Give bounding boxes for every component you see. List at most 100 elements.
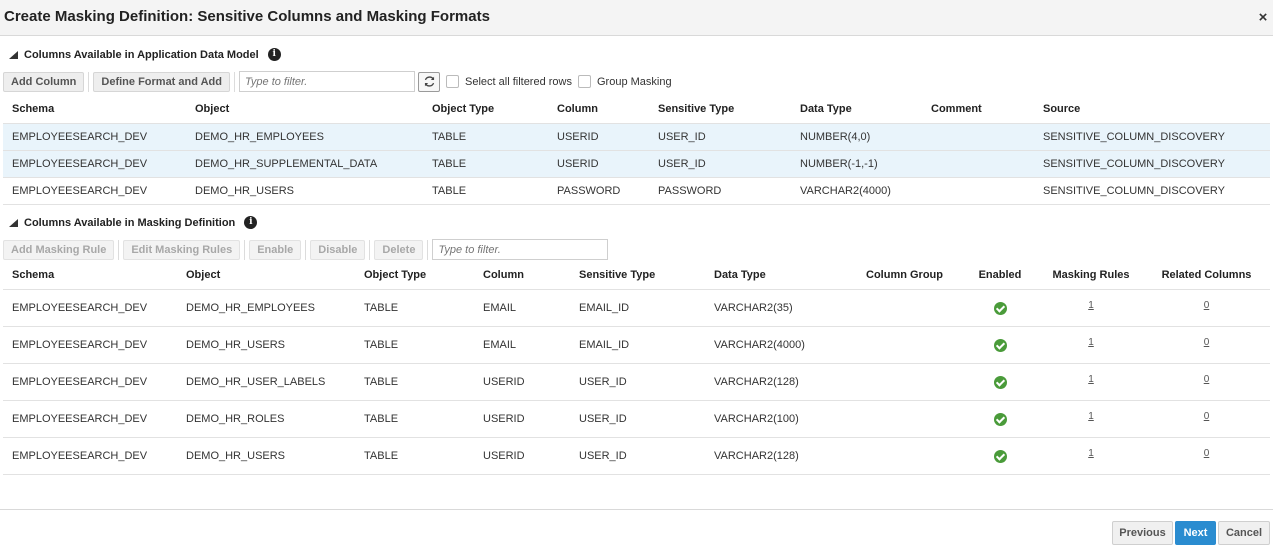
column-header[interactable]: Masking Rules bbox=[1039, 262, 1143, 290]
masking-rules-link[interactable]: 1 bbox=[1088, 411, 1094, 422]
cell-data-type: VARCHAR2(128) bbox=[705, 363, 857, 401]
related-columns-link[interactable]: 0 bbox=[1204, 448, 1210, 459]
masking-rules-link[interactable]: 1 bbox=[1088, 448, 1094, 459]
cell-object: DEMO_HR_USERS bbox=[177, 326, 355, 364]
column-header[interactable]: Schema bbox=[3, 262, 177, 290]
column-header[interactable]: Object bbox=[177, 262, 355, 290]
column-header[interactable]: Data Type bbox=[791, 96, 922, 124]
masking-rules-link[interactable]: 1 bbox=[1088, 337, 1094, 348]
cell-masking-rules: 1 bbox=[1039, 363, 1143, 401]
table-row[interactable]: EMPLOYEESEARCH_DEV DEMO_HR_SUPPLEMENTAL_D… bbox=[3, 150, 1270, 178]
masking-rules-link[interactable]: 1 bbox=[1088, 374, 1094, 385]
edit-masking-rules-button[interactable]: Edit Masking Rules bbox=[123, 239, 241, 260]
group-masking-checkbox[interactable] bbox=[578, 75, 591, 88]
cell-column: PASSWORD bbox=[548, 177, 649, 205]
table-header-row: Schema Object Object Type Column Sensiti… bbox=[3, 262, 1270, 290]
cell-schema: EMPLOYEESEARCH_DEV bbox=[3, 150, 186, 178]
cell-object-type: TABLE bbox=[355, 400, 474, 438]
table-row[interactable]: EMPLOYEESEARCH_DEV DEMO_HR_EMPLOYEES TABLE… bbox=[3, 123, 1270, 151]
cell-schema: EMPLOYEESEARCH_DEV bbox=[3, 400, 177, 438]
column-header[interactable]: Sensitive Type bbox=[570, 262, 705, 290]
disable-button[interactable]: Disable bbox=[310, 239, 366, 260]
related-columns-link[interactable]: 0 bbox=[1204, 300, 1210, 311]
column-header[interactable]: Object Type bbox=[355, 262, 474, 290]
cell-related-columns: 0 bbox=[1143, 289, 1270, 327]
column-header[interactable]: Object bbox=[186, 96, 423, 124]
section-title: Columns Available in Masking Definition bbox=[24, 216, 236, 229]
column-header[interactable]: Sensitive Type bbox=[649, 96, 791, 124]
collapse-triangle-icon[interactable] bbox=[9, 50, 18, 59]
delete-button[interactable]: Delete bbox=[374, 239, 424, 260]
related-columns-link[interactable]: 0 bbox=[1204, 337, 1210, 348]
column-header[interactable]: Column bbox=[474, 262, 570, 290]
cell-object-type: TABLE bbox=[423, 177, 548, 205]
cell-schema: EMPLOYEESEARCH_DEV bbox=[3, 123, 186, 151]
toolbar-divider bbox=[369, 239, 371, 260]
masking-rules-link[interactable]: 1 bbox=[1088, 300, 1094, 311]
previous-button[interactable]: Previous bbox=[1112, 521, 1173, 545]
info-icon[interactable]: i bbox=[267, 48, 281, 61]
related-columns-link[interactable]: 0 bbox=[1204, 374, 1210, 385]
cell-schema: EMPLOYEESEARCH_DEV bbox=[3, 363, 177, 401]
table-row[interactable]: EMPLOYEESEARCH_DEV DEMO_HR_USER_LABELS TAB… bbox=[3, 363, 1270, 401]
cell-object: DEMO_HR_USER_LABELS bbox=[177, 363, 355, 401]
cell-schema: EMPLOYEESEARCH_DEV bbox=[3, 326, 177, 364]
section-header-application-data-model[interactable]: Columns Available in Application Data Mo… bbox=[9, 48, 281, 61]
cell-data-type: VARCHAR2(35) bbox=[705, 289, 857, 327]
column-header[interactable]: Data Type bbox=[705, 262, 857, 290]
cancel-button[interactable]: Cancel bbox=[1218, 521, 1270, 545]
define-format-and-add-button[interactable]: Define Format and Add bbox=[93, 71, 230, 92]
cell-comment bbox=[922, 150, 1034, 178]
cell-source: SENSITIVE_COLUMN_DISCOVERY bbox=[1034, 123, 1270, 151]
cell-object-type: TABLE bbox=[355, 289, 474, 327]
cell-related-columns: 0 bbox=[1143, 400, 1270, 438]
cell-object-type: TABLE bbox=[355, 363, 474, 401]
table-row[interactable]: EMPLOYEESEARCH_DEV DEMO_HR_ROLES TABLE USER… bbox=[3, 400, 1270, 438]
cell-masking-rules: 1 bbox=[1039, 437, 1143, 475]
collapse-triangle-icon[interactable] bbox=[9, 218, 18, 227]
cell-sensitive-type: EMAIL_ID bbox=[570, 289, 705, 327]
cell-object: DEMO_HR_EMPLOYEES bbox=[177, 289, 355, 327]
toolbar-masking-definition: Add Masking Rule Edit Masking Rules Enab… bbox=[3, 239, 609, 260]
group-masking[interactable]: Group Masking bbox=[578, 75, 678, 88]
column-header[interactable]: Object Type bbox=[423, 96, 548, 124]
masking-definition-table: Schema Object Object Type Column Sensiti… bbox=[3, 262, 1270, 475]
dialog-title: Create Masking Definition: Sensitive Col… bbox=[4, 8, 490, 25]
toolbar-divider bbox=[88, 71, 90, 92]
cell-enabled bbox=[961, 400, 1039, 438]
filter-input[interactable] bbox=[432, 239, 609, 260]
cell-related-columns: 0 bbox=[1143, 326, 1270, 364]
column-header[interactable]: Source bbox=[1034, 96, 1270, 124]
filter-input[interactable] bbox=[239, 71, 415, 92]
column-header[interactable]: Enabled bbox=[961, 262, 1039, 290]
column-header[interactable]: Column Group bbox=[857, 262, 961, 290]
select-all-filtered-rows[interactable]: Select all filtered rows bbox=[446, 75, 578, 88]
cell-column-group bbox=[857, 326, 961, 364]
cell-enabled bbox=[961, 289, 1039, 327]
column-header[interactable]: Comment bbox=[922, 96, 1034, 124]
table-row[interactable]: EMPLOYEESEARCH_DEV DEMO_HR_USERS TABLE EMAI… bbox=[3, 326, 1270, 364]
select-all-label: Select all filtered rows bbox=[465, 75, 572, 88]
cell-object: DEMO_HR_USERS bbox=[177, 437, 355, 475]
add-column-button[interactable]: Add Column bbox=[3, 71, 85, 92]
add-masking-rule-button[interactable]: Add Masking Rule bbox=[3, 239, 115, 260]
column-header[interactable]: Related Columns bbox=[1143, 262, 1270, 290]
related-columns-link[interactable]: 0 bbox=[1204, 411, 1210, 422]
select-all-checkbox[interactable] bbox=[446, 75, 459, 88]
cell-data-type: VARCHAR2(4000) bbox=[705, 326, 857, 364]
toolbar-divider bbox=[427, 239, 429, 260]
table-row[interactable]: EMPLOYEESEARCH_DEV DEMO_HR_EMPLOYEES TABLE… bbox=[3, 289, 1270, 327]
cell-object: DEMO_HR_ROLES bbox=[177, 400, 355, 438]
cell-sensitive-type: USER_ID bbox=[570, 400, 705, 438]
cell-source: SENSITIVE_COLUMN_DISCOVERY bbox=[1034, 177, 1270, 205]
column-header[interactable]: Schema bbox=[3, 96, 186, 124]
refresh-button[interactable] bbox=[418, 71, 440, 92]
enable-button[interactable]: Enable bbox=[249, 239, 302, 260]
table-row[interactable]: EMPLOYEESEARCH_DEV DEMO_HR_USERS TABLE PASS… bbox=[3, 177, 1270, 205]
next-button[interactable]: Next bbox=[1175, 521, 1216, 545]
section-header-masking-definition[interactable]: Columns Available in Masking Definition … bbox=[9, 216, 258, 229]
close-icon[interactable]: × bbox=[1256, 10, 1270, 26]
info-icon[interactable]: i bbox=[244, 216, 258, 229]
table-row[interactable]: EMPLOYEESEARCH_DEV DEMO_HR_USERS TABLE USER… bbox=[3, 437, 1270, 475]
column-header[interactable]: Column bbox=[548, 96, 649, 124]
